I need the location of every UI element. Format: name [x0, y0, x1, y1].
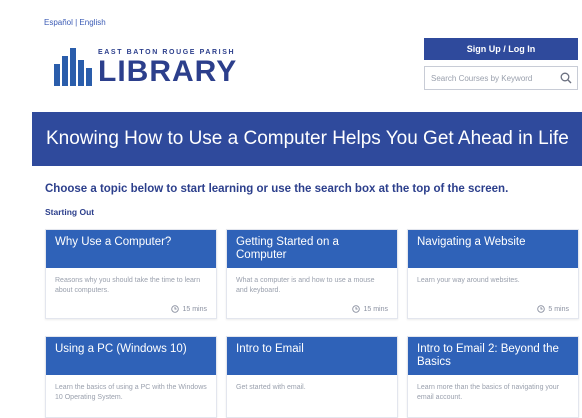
course-card-intro-to-email-2[interactable]: Intro to Email 2: Beyond the Basics Lear…	[407, 336, 579, 418]
course-search	[424, 66, 578, 90]
course-duration: 15 mins	[171, 305, 207, 313]
course-title: Navigating a Website	[408, 230, 578, 268]
course-description: Reasons why you should take the time to …	[55, 277, 201, 294]
clock-icon	[171, 305, 180, 313]
section-label-starting-out: Starting Out	[45, 207, 95, 217]
clock-icon	[537, 305, 546, 313]
library-logo[interactable]: EAST BATON ROUGE PARISH LIBRARY	[54, 48, 238, 88]
course-duration: 5 mins	[537, 305, 569, 313]
course-title: Intro to Email 2: Beyond the Basics	[408, 337, 578, 375]
course-title: Getting Started on a Computer	[227, 230, 397, 268]
course-title: Intro to Email	[227, 337, 397, 375]
course-duration: 15 mins	[352, 305, 388, 313]
course-description: Get started with email.	[236, 384, 306, 391]
course-description: Learn the basics of using a PC with the …	[55, 384, 207, 401]
search-icon[interactable]	[555, 67, 577, 89]
hero-title: Knowing How to Use a Computer Helps You …	[46, 128, 569, 149]
page-instructions: Choose a topic below to start learning o…	[45, 183, 509, 195]
course-description: What a computer is and how to use a mous…	[236, 277, 375, 294]
clock-icon	[352, 305, 361, 313]
language-links[interactable]: Español | English	[44, 18, 106, 27]
course-description: Learn your way around websites.	[417, 277, 520, 284]
hero-banner: Knowing How to Use a Computer Helps You …	[32, 112, 582, 166]
course-card-using-a-pc[interactable]: Using a PC (Windows 10) Learn the basics…	[45, 336, 217, 418]
course-card-getting-started[interactable]: Getting Started on a Computer What a com…	[226, 229, 398, 319]
course-card-why-use-a-computer[interactable]: Why Use a Computer? Reasons why you shou…	[45, 229, 217, 319]
sign-up-login-button[interactable]: Sign Up / Log In	[424, 38, 578, 60]
course-description: Learn more than the basics of navigating…	[417, 384, 560, 401]
logo-title: LIBRARY	[98, 55, 238, 88]
course-card-navigating-a-website[interactable]: Navigating a Website Learn your way arou…	[407, 229, 579, 319]
course-title: Using a PC (Windows 10)	[46, 337, 216, 375]
library-logo-icon	[54, 48, 92, 86]
course-card-intro-to-email[interactable]: Intro to Email Get started with email.	[226, 336, 398, 418]
course-title: Why Use a Computer?	[46, 230, 216, 268]
search-input[interactable]	[425, 67, 555, 89]
